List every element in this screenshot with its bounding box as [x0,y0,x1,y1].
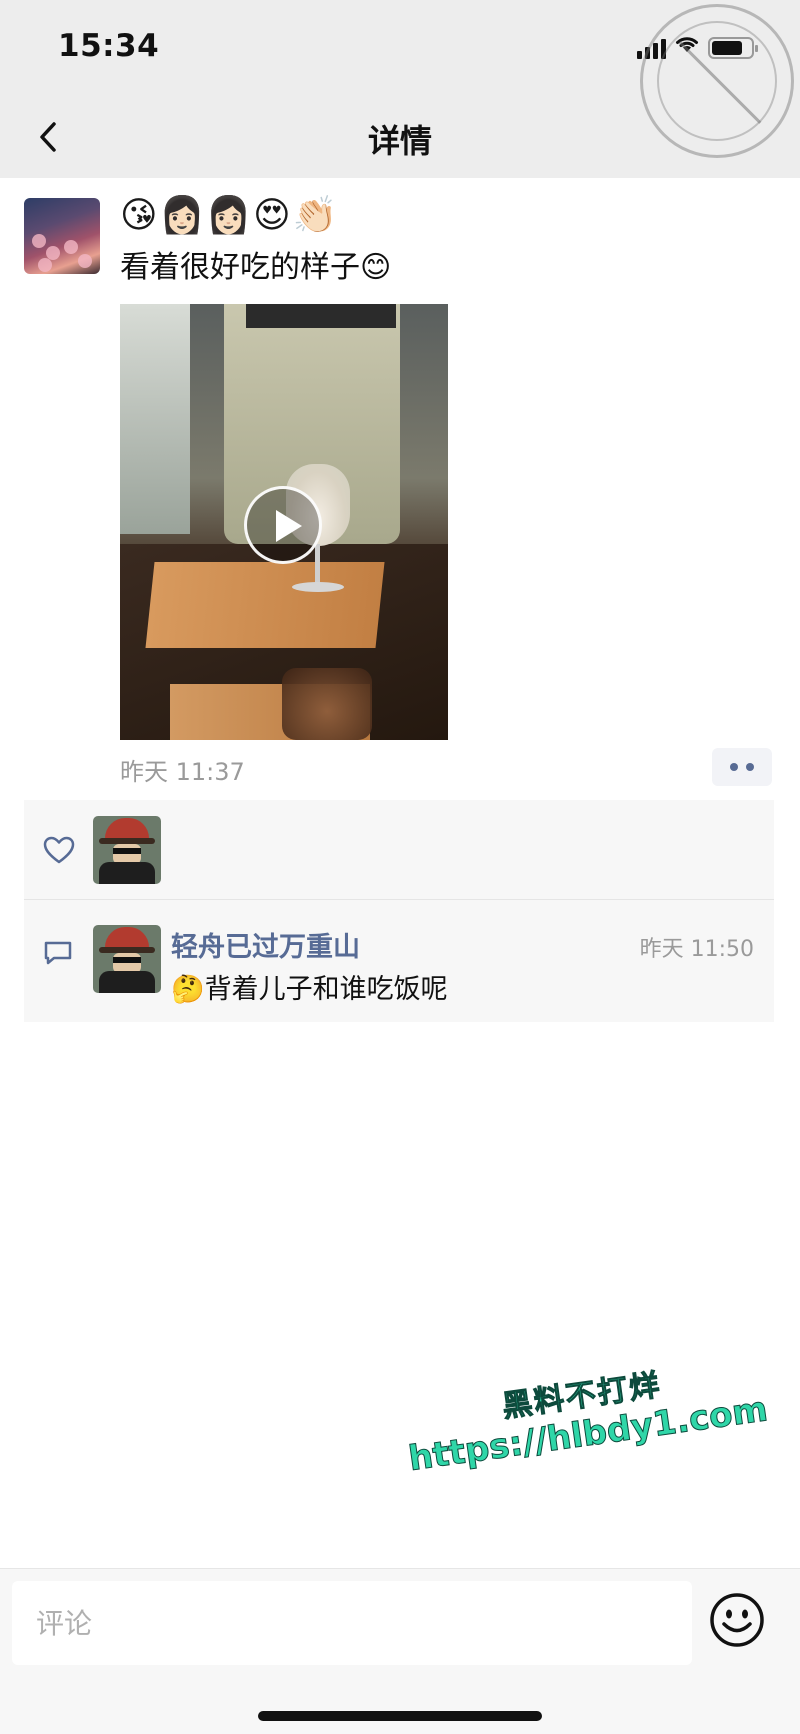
comment-text: 🤔背着儿子和谁吃饭呢 [171,974,448,1005]
status-time: 15:34 [58,28,160,64]
post-time: 昨天 11:37 [120,758,245,786]
heart-icon [43,836,75,864]
interaction-panel: 轻舟已过万重山 昨天 11:50 🤔背着儿子和谁吃饭呢 [24,800,774,1022]
comment-item[interactable]: 轻舟已过万重山 昨天 11:50 🤔背着儿子和谁吃饭呢 [24,901,774,1022]
commenter-avatar[interactable] [93,925,161,993]
watermark-stamp-icon [640,4,794,158]
emoji-icon[interactable] [708,1591,766,1649]
watermark-text: 黑料不打烊 https://hlbdy1.com [400,1346,771,1479]
comment-time: 昨天 11:50 [639,937,754,962]
play-icon[interactable] [244,486,322,564]
liker-avatar[interactable] [93,816,161,884]
comment-input[interactable] [12,1581,692,1665]
poster-avatar[interactable] [24,198,100,274]
home-indicator [258,1711,542,1721]
post-emojis: 😘👩🏻👩🏻😍👏🏻 [120,195,340,236]
comment-icon [44,941,72,965]
likes-row [24,800,774,900]
comment-bar [0,1568,800,1734]
commenter-name[interactable]: 轻舟已过万重山 [171,925,360,964]
more-actions-button[interactable] [712,748,772,786]
post-text: 看着很好吃的样子😊 [120,250,392,285]
post-video[interactable] [120,304,448,740]
